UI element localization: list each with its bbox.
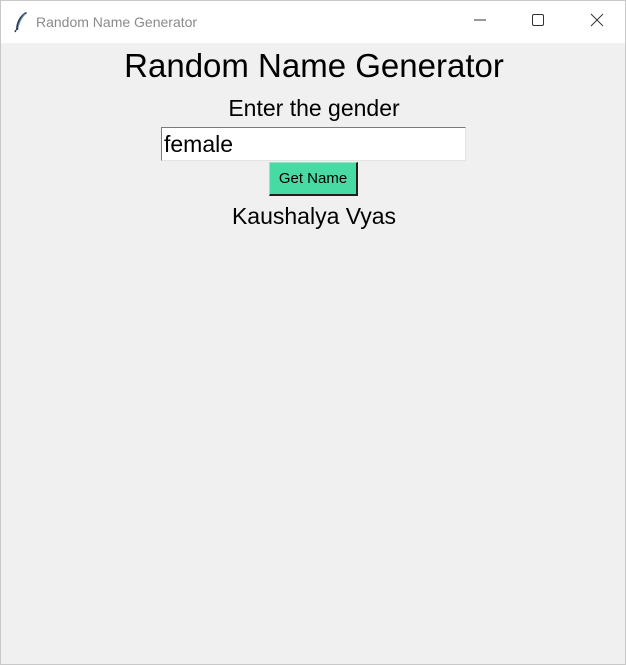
window-title: Random Name Generator	[36, 14, 198, 30]
close-button[interactable]	[568, 1, 625, 43]
gender-prompt-label: Enter the gender	[228, 95, 400, 121]
gender-input[interactable]	[161, 127, 466, 161]
title-bar[interactable]: Random Name Generator	[1, 1, 625, 43]
maximize-button[interactable]	[509, 1, 567, 43]
feather-icon	[13, 11, 29, 33]
app-window: Random Name Generator Random Name Genera…	[0, 0, 626, 665]
minimize-icon	[474, 13, 486, 31]
maximize-icon	[532, 13, 544, 31]
get-name-button[interactable]: Get Name	[269, 162, 358, 196]
page-title: Random Name Generator	[124, 47, 504, 84]
app-body: Random Name Generator Enter the gender G…	[1, 43, 625, 664]
generated-name-label: Kaushalya Vyas	[231, 203, 397, 229]
minimize-button[interactable]	[451, 1, 509, 43]
close-icon	[590, 13, 604, 32]
